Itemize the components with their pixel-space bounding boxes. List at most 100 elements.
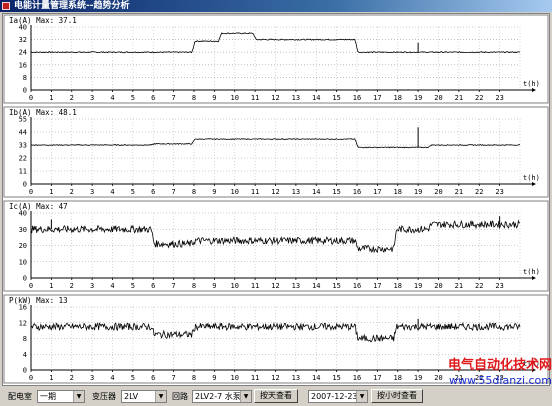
chevron-down-icon[interactable]: ▼ [155, 391, 166, 402]
x-unit-label: t(h) [523, 268, 540, 276]
x-tick-label: 0 [29, 374, 33, 382]
x-tick-label: 14 [312, 374, 320, 382]
x-tick-label: 17 [373, 94, 381, 102]
x-tick-label: 2 [70, 188, 74, 196]
y-tick-label: 32 [19, 36, 27, 44]
watermark-title: 电气自动化技术网 [447, 358, 552, 373]
view-by-day-button[interactable]: 按天查看 [254, 389, 298, 403]
chevron-down-icon[interactable]: ▼ [356, 391, 367, 402]
trend-charts: Ia(A) Max: 37.140322416800 1 2 3 4 5 6 7 8 9 10 11 1… [3, 14, 549, 384]
x-tick-label: 23 [495, 188, 503, 196]
x-tick-label: 8 [192, 374, 196, 382]
x-tick-label: 13 [292, 94, 300, 102]
x-tick-label: 7 [172, 188, 176, 196]
watermark-url: www.55dianzi.com [448, 374, 552, 387]
y-tick-label: 0 [23, 87, 27, 95]
x-tick-label: 6 [151, 282, 155, 290]
x-tick-label: 7 [172, 374, 176, 382]
x-unit-label: t(h) [523, 174, 540, 182]
x-tick-label: 6 [151, 94, 155, 102]
date-picker[interactable]: 2007-12-23 ▼ [308, 390, 368, 403]
y-tick-label: 0 [23, 275, 27, 283]
x-tick-label: 15 [332, 374, 340, 382]
x-tick-label: 22 [475, 94, 483, 102]
x-tick-label: 10 [231, 282, 239, 290]
x-tick-label: 5 [131, 94, 135, 102]
x-tick-label: 8 [192, 94, 196, 102]
y-tick-label: 4 [23, 351, 27, 359]
x-tick-label: 15 [332, 188, 340, 196]
transformer-label: 变压器 [92, 392, 116, 401]
x-tick-label: 11 [251, 188, 259, 196]
x-tick-label: 3 [90, 188, 94, 196]
x-tick-label: 2 [70, 374, 74, 382]
chart-area: Ia(A) Max: 37.1 40 32 24 16 8 0 0 1 2 3 4 5 6 7 8 9 10 11 1… [2, 13, 550, 386]
x-tick-label: 17 [373, 188, 381, 196]
app-icon [2, 2, 10, 10]
x-tick-label: 13 [292, 188, 300, 196]
x-tick-label: 17 [373, 282, 381, 290]
room-select-value: 一期 [40, 392, 56, 401]
x-tick-label: 3 [90, 374, 94, 382]
x-tick-label: 23 [495, 282, 503, 290]
x-tick-label: 20 [434, 188, 442, 196]
loop-select[interactable]: 2LV2-7 水泵房 ▼ [192, 390, 252, 403]
x-tick-label: 14 [312, 282, 320, 290]
x-tick-label: 9 [212, 282, 216, 290]
x-tick-label: 8 [192, 282, 196, 290]
transformer-select[interactable]: 2LV ▼ [121, 390, 167, 403]
chevron-down-icon[interactable]: ▼ [240, 391, 251, 402]
x-tick-label: 4 [110, 188, 114, 196]
x-tick-label: 14 [312, 188, 320, 196]
y-tick-label: 8 [23, 74, 27, 82]
x-tick-label: 21 [455, 282, 463, 290]
y-tick-label: 33 [19, 142, 27, 150]
x-tick-label: 19 [414, 282, 422, 290]
x-tick-label: 6 [151, 374, 155, 382]
y-tick-label: 0 [23, 181, 27, 189]
view-by-hour-button[interactable]: 按小时查看 [371, 389, 423, 403]
x-tick-label: 0 [29, 94, 33, 102]
x-tick-label: 21 [455, 94, 463, 102]
room-label: 配电室 [8, 392, 32, 401]
x-tick-label: 5 [131, 188, 135, 196]
y-tick-label: 16 [19, 61, 27, 69]
x-tick-label: 23 [495, 94, 503, 102]
x-tick-label: 10 [231, 188, 239, 196]
watermark: 电气自动化技术网 www.55dianzi.com [402, 358, 552, 388]
x-tick-label: 16 [353, 282, 361, 290]
x-tick-label: 7 [172, 94, 176, 102]
x-tick-label: 1 [49, 188, 53, 196]
y-tick-label: 16 [19, 304, 27, 312]
x-tick-label: 5 [131, 374, 135, 382]
y-tick-label: 12 [19, 319, 27, 327]
x-tick-label: 9 [212, 374, 216, 382]
x-tick-label: 10 [231, 374, 239, 382]
x-tick-label: 8 [192, 188, 196, 196]
x-tick-label: 2 [70, 282, 74, 290]
room-select[interactable]: 一期 ▼ [37, 390, 85, 403]
x-tick-label: 12 [271, 94, 279, 102]
x-tick-label: 11 [251, 374, 259, 382]
x-tick-label: 17 [373, 374, 381, 382]
x-tick-label: 20 [434, 94, 442, 102]
y-tick-label: 11 [19, 168, 27, 176]
window-title: 电能计量管理系统--趋势分析 [14, 1, 130, 11]
window-titlebar: 电能计量管理系统--趋势分析 [0, 0, 552, 12]
x-tick-label: 0 [29, 188, 33, 196]
x-tick-label: 1 [49, 94, 53, 102]
x-tick-label: 19 [414, 188, 422, 196]
x-tick-label: 11 [251, 94, 259, 102]
x-tick-label: 14 [312, 94, 320, 102]
x-tick-label: 15 [332, 282, 340, 290]
x-tick-label: 10 [231, 94, 239, 102]
x-tick-label: 16 [353, 94, 361, 102]
x-tick-label: 4 [110, 374, 114, 382]
chevron-down-icon[interactable]: ▼ [73, 391, 84, 402]
x-tick-label: 15 [332, 94, 340, 102]
x-tick-label: 16 [353, 188, 361, 196]
x-tick-label: 0 [29, 282, 33, 290]
x-tick-label: 1 [49, 374, 53, 382]
x-tick-label: 18 [394, 374, 402, 382]
date-picker-value: 2007-12-23 [311, 392, 358, 401]
